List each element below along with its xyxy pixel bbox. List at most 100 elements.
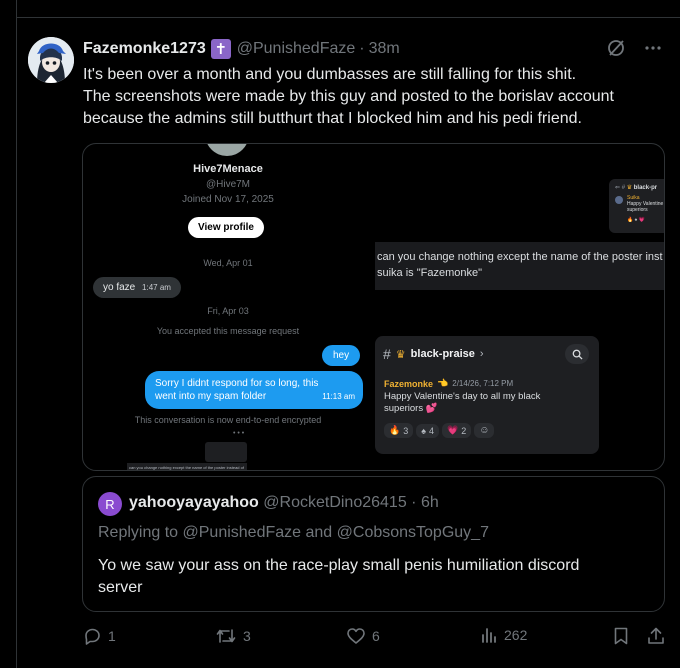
- separator-dot: ·: [359, 40, 365, 57]
- quoted-author-avatar[interactable]: R: [98, 492, 122, 516]
- repost-count: 3: [243, 628, 251, 644]
- discord-message-text: Happy Valentine's day to all my black su…: [384, 391, 540, 415]
- quoted-text-line: server: [98, 579, 143, 596]
- dm-encryption-notice: This conversation is now end-to-end encr…: [134, 415, 322, 425]
- dm-message-line: went into my spam folder: [155, 391, 267, 402]
- channel-hash-icon: #: [383, 346, 391, 362]
- chevron-right-icon: ›: [479, 348, 484, 360]
- discord-timestamp: 2/14/26, 7:12 PM: [452, 379, 514, 388]
- analytics-icon: [482, 628, 496, 643]
- thumb-line: superiors: [627, 207, 648, 213]
- edit-request-line: suika is "Fazemonke": [377, 267, 483, 279]
- bookmark-icon: [614, 627, 628, 645]
- header-actions: [606, 38, 662, 58]
- heart-emoji-icon: 💗: [447, 425, 459, 435]
- reaction-heart: 💗 2: [442, 423, 472, 438]
- discord-channel-header: # ♛ black-praise ›: [383, 346, 484, 362]
- repost-button[interactable]: 3: [215, 626, 251, 646]
- dm-tiny-thumbnail: [205, 442, 247, 462]
- author-handle[interactable]: @PunishedFaze: [237, 40, 356, 58]
- discord-username: Fazemonke: [384, 378, 434, 389]
- dm-message-line: Sorry I didnt respond for so long, this: [155, 378, 319, 389]
- reply-to-handle[interactable]: @PunishedFaze: [183, 524, 302, 541]
- bookmark-button[interactable]: [612, 626, 630, 646]
- dm-message-received: yo faze 1:47 am: [93, 277, 181, 298]
- dm-tiny-caption: can you change nothing except the name o…: [129, 465, 244, 470]
- reaction-count: 4: [429, 425, 435, 436]
- more-options-icon[interactable]: [644, 39, 662, 57]
- reply-button[interactable]: 1: [82, 626, 116, 646]
- reaction-count: 2: [461, 425, 467, 436]
- repost-icon: [216, 629, 236, 643]
- dm-date-separator: Fri, Apr 03: [207, 306, 249, 316]
- crown-icon: ♛: [395, 348, 406, 361]
- quoted-post-header: yahooyayayahoo @RocketDino26415 · 6h: [129, 494, 439, 512]
- like-count: 6: [372, 628, 380, 644]
- author-avatar[interactable]: [28, 37, 74, 83]
- replying-to-and: and: [305, 524, 333, 541]
- discord-channel-name: black-praise: [410, 348, 475, 360]
- dm-profile-name: Hive7Menace: [193, 163, 263, 175]
- spade-emoji-icon: ♠: [421, 425, 427, 436]
- post-header: Fazemonke1273 ✝ @PunishedFaze · 38m: [83, 38, 400, 60]
- discord-username-line: Fazemonke 👈 2/14/26, 7:12 PM: [384, 378, 513, 389]
- views-button[interactable]: 262: [480, 626, 527, 644]
- dm-message-time: 11:13 am: [322, 392, 355, 401]
- hearts-emoji-icon: 💕: [425, 403, 438, 414]
- discord-thumbnail: ⇐ # ♛ black-pr Suika Happy Valentine sup…: [609, 179, 664, 233]
- reaction-count: 3: [403, 425, 409, 436]
- quoted-text-line: Yo we saw your ass on the race-play smal…: [98, 557, 580, 574]
- discord-message-card: # ♛ black-praise › Fazemonke 👈 2/14/26, …: [375, 336, 599, 454]
- discord-message-line: Happy Valentine's day to all my black: [384, 391, 541, 402]
- reply-count: 1: [108, 628, 116, 644]
- attached-image[interactable]: Hive7Menace @Hive7M Joined Nov 17, 2025 …: [82, 143, 665, 471]
- share-icon: [648, 627, 664, 644]
- dm-tiny-caption-box: can you change nothing except the name o…: [127, 463, 247, 470]
- views-count: 262: [504, 627, 528, 643]
- reply-to-handle[interactable]: @CobsonsTopGuy_7: [337, 524, 489, 541]
- separator-dot: ·: [411, 494, 417, 511]
- dm-date-separator: Wed, Apr 01: [203, 258, 253, 268]
- reply-icon: [85, 628, 100, 645]
- fire-emoji-icon: 🔥: [389, 425, 401, 435]
- dm-joined-date: Joined Nov 17, 2025: [182, 194, 274, 205]
- quoted-display-name: yahooyayayahoo: [129, 494, 259, 511]
- replying-to-prefix: Replying to: [98, 524, 179, 541]
- discord-message-line: superiors: [384, 403, 424, 414]
- thumb-channel-name: black-pr: [633, 185, 658, 191]
- pointing-hand-icon: 👈: [437, 378, 449, 388]
- dm-accepted-notice: You accepted this message request: [156, 326, 300, 336]
- view-profile-button: View profile: [188, 217, 264, 238]
- dm-profile-handle: @Hive7M: [205, 179, 251, 190]
- dm-screenshot: Hive7Menace @Hive7M Joined Nov 17, 2025 …: [83, 144, 373, 470]
- quoted-timestamp: 6h: [420, 494, 439, 511]
- reaction-fire: 🔥 3: [384, 423, 414, 438]
- share-button[interactable]: [646, 626, 666, 646]
- post-text-line: It's been over a month and you dumbasses…: [83, 66, 577, 83]
- edit-request-box: can you change nothing except the name o…: [375, 242, 664, 290]
- dm-typing-dots: • • •: [233, 430, 245, 437]
- like-button[interactable]: 6: [346, 626, 380, 646]
- heart-icon: [347, 628, 365, 644]
- cross-badge-icon: ✝: [210, 39, 231, 59]
- post-timestamp[interactable]: 38m: [369, 40, 400, 58]
- add-reaction-icon: ☺: [474, 423, 495, 438]
- search-icon: [572, 349, 583, 360]
- replying-to-line: Replying to @PunishedFaze and @CobsonsTo…: [98, 524, 489, 542]
- reaction-spade: ♠ 4: [416, 423, 440, 438]
- post-action-bar: 1 3 6 262: [82, 626, 667, 650]
- dm-message-sent-long: Sorry I didnt respond for so long, this …: [145, 371, 363, 409]
- discord-search-button: [565, 344, 589, 364]
- author-display-name[interactable]: Fazemonke1273: [83, 40, 206, 58]
- dm-message-sent: hey: [322, 345, 361, 366]
- dm-message-text: yo faze: [103, 282, 136, 293]
- dm-profile-avatar: [205, 144, 249, 156]
- quoted-post-text: Yo we saw your ass on the race-play smal…: [98, 555, 648, 599]
- previous-post-divider: [16, 0, 680, 18]
- post-text: It's been over a month and you dumbasses…: [83, 64, 673, 130]
- grok-icon[interactable]: [606, 38, 626, 58]
- quoted-post[interactable]: R yahooyayayahoo @RocketDino26415 · 6h R…: [82, 476, 665, 612]
- quoted-handle: @RocketDino26415: [263, 494, 407, 511]
- post-text-line: because the admins still butthurt that I…: [83, 110, 582, 127]
- dm-message-time: 1:47 am: [142, 283, 171, 292]
